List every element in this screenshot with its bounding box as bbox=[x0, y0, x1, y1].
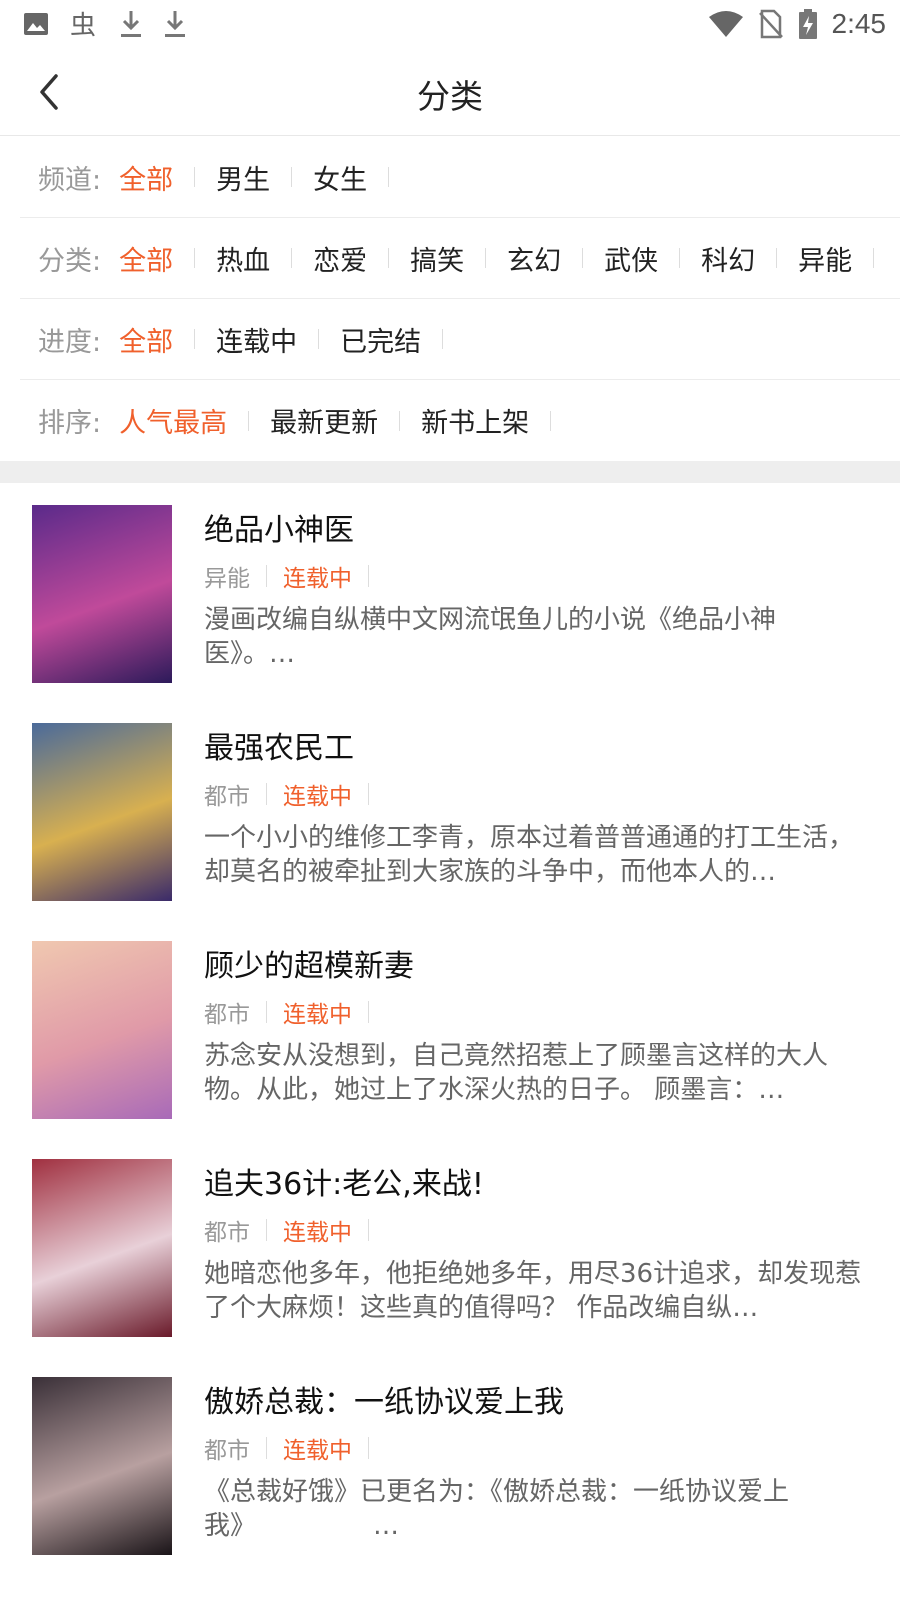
filter-option[interactable]: 武侠 bbox=[604, 239, 701, 278]
download-icon bbox=[121, 11, 141, 37]
comic-description: 苏念安从没想到，自己竟然招惹上了顾墨言这样的大人物。从此，她过上了水深火热的日子… bbox=[204, 1041, 829, 1105]
comic-description: 她暗恋他多年，他拒绝她多年，用尽36计追求，却发现惹了个大麻烦！这些真的值得吗？… bbox=[204, 1259, 862, 1323]
filter-label: 进度: bbox=[38, 326, 102, 358]
comic-list-item[interactable]: 绝品小神医 异能 连载中 漫画改编自纵横中文网流氓鱼儿的小说《绝品小神医》。… bbox=[0, 483, 900, 701]
divider bbox=[368, 1001, 369, 1023]
comic-cover-image[interactable] bbox=[32, 941, 172, 1119]
comic-genre: 都市 bbox=[204, 1220, 250, 1246]
comic-list: 绝品小神医 异能 连载中 漫画改编自纵横中文网流氓鱼儿的小说《绝品小神医》。… … bbox=[0, 483, 900, 1573]
filter-option[interactable]: 连载中 bbox=[216, 320, 340, 359]
comic-title: 追夫36计:老公,来战! bbox=[204, 1167, 484, 1202]
comic-list-item[interactable]: 最强农民工 都市 连载中 一个小小的维修工李青，原本过着普普通通的打工生活，却莫… bbox=[0, 701, 900, 919]
divider bbox=[266, 1001, 267, 1023]
comic-meta: 都市 连载中 bbox=[204, 777, 385, 811]
comic-description: 《总裁好饿》已更名为：《傲娇总裁：一纸协议爱上我》 … bbox=[204, 1477, 790, 1541]
comic-description: 漫画改编自纵横中文网流氓鱼儿的小说《绝品小神医》。… bbox=[204, 605, 777, 669]
comic-genre: 都市 bbox=[204, 1438, 250, 1464]
filter-row-channel: 频道: 全部 男生 女生 bbox=[20, 137, 900, 218]
divider bbox=[368, 1219, 369, 1241]
filter-option[interactable]: 科幻 bbox=[701, 239, 798, 278]
clock-time: 2:45 bbox=[831, 8, 887, 39]
divider bbox=[266, 1437, 267, 1459]
bug-icon: 虫 bbox=[70, 11, 96, 40]
filter-option[interactable]: 恋爱 bbox=[313, 239, 410, 278]
comic-genre: 都市 bbox=[204, 1002, 250, 1028]
battery-charging-icon bbox=[798, 9, 817, 39]
comic-title: 顾少的超模新妻 bbox=[204, 949, 414, 984]
comic-meta: 都市 连载中 bbox=[204, 1213, 385, 1247]
filter-option[interactable]: 男生 bbox=[216, 158, 313, 197]
filter-option[interactable]: 搞笑 bbox=[410, 239, 507, 278]
filter-option[interactable]: 女生 bbox=[313, 158, 410, 197]
comic-meta: 异能 连载中 bbox=[204, 559, 385, 593]
comic-status: 连载中 bbox=[283, 566, 352, 592]
section-divider bbox=[0, 461, 900, 483]
filter-row-progress: 进度: 全部 连载中 已完结 bbox=[20, 299, 900, 380]
divider bbox=[266, 783, 267, 805]
filter-label: 排序: bbox=[38, 408, 102, 439]
image-icon bbox=[24, 13, 48, 35]
download-icon bbox=[165, 11, 185, 37]
app-header: 分类 bbox=[0, 50, 900, 136]
filter-option[interactable]: 热血 bbox=[216, 239, 313, 278]
divider bbox=[368, 783, 369, 805]
filter-option[interactable]: 全部 bbox=[119, 320, 216, 359]
comic-title: 绝品小神医 bbox=[204, 513, 354, 548]
comic-status: 连载中 bbox=[283, 1002, 352, 1028]
filter-option[interactable]: 已完结 bbox=[340, 320, 464, 359]
divider bbox=[266, 1219, 267, 1241]
no-sim-icon bbox=[758, 9, 783, 39]
divider bbox=[368, 1437, 369, 1459]
comic-cover-image[interactable] bbox=[32, 723, 172, 901]
filter-row-category: 分类: 全部 热血 恋爱 搞笑 玄幻 武侠 科幻 异能 bbox=[20, 218, 900, 299]
comic-cover-image[interactable] bbox=[32, 1377, 172, 1555]
filter-option[interactable]: 最新更新 bbox=[270, 401, 421, 440]
comic-list-item[interactable]: 追夫36计:老公,来战! 都市 连载中 她暗恋他多年，他拒绝她多年，用尽36计追… bbox=[0, 1137, 900, 1355]
status-bar: 虫 2:45 bbox=[0, 0, 900, 50]
svg-text:虫: 虫 bbox=[70, 11, 96, 40]
wifi-icon bbox=[708, 11, 743, 37]
page-title: 分类 bbox=[417, 77, 483, 116]
comic-status: 连载中 bbox=[283, 1438, 352, 1464]
comic-meta: 都市 连载中 bbox=[204, 1431, 385, 1465]
comic-title: 最强农民工 bbox=[204, 731, 354, 766]
comic-list-item[interactable]: 傲娇总裁：一纸协议爱上我 都市 连载中 《总裁好饿》已更名为：《傲娇总裁：一纸协… bbox=[0, 1355, 900, 1573]
filter-option[interactable]: 人气最高 bbox=[119, 401, 270, 440]
comic-list-item[interactable]: 顾少的超模新妻 都市 连载中 苏念安从没想到，自己竟然招惹上了顾墨言这样的大人物… bbox=[0, 919, 900, 1137]
comic-status: 连载中 bbox=[283, 1220, 352, 1246]
comic-genre: 都市 bbox=[204, 784, 250, 810]
filter-option[interactable]: 玄幻 bbox=[507, 239, 604, 278]
comic-meta: 都市 连载中 bbox=[204, 995, 385, 1029]
comic-genre: 异能 bbox=[204, 566, 250, 592]
divider bbox=[266, 565, 267, 587]
comic-status: 连载中 bbox=[283, 784, 352, 810]
filter-label: 频道: bbox=[38, 164, 102, 196]
filter-option[interactable]: 全部 bbox=[119, 158, 216, 197]
comic-description: 一个小小的维修工李青，原本过着普普通通的打工生活，却莫名的被牵扯到大家族的斗争中… bbox=[204, 823, 855, 887]
comic-title: 傲娇总裁：一纸协议爱上我 bbox=[204, 1385, 564, 1420]
divider bbox=[368, 565, 369, 587]
comic-cover-image[interactable] bbox=[32, 1159, 172, 1337]
filter-panel: 频道: 全部 男生 女生 分类: 全部 热血 恋爱 搞笑 玄幻 武侠 科幻 异能… bbox=[0, 137, 900, 461]
filter-option[interactable]: 异能 bbox=[798, 239, 895, 278]
filter-row-sort: 排序: 人气最高 最新更新 新书上架 bbox=[20, 380, 900, 461]
filter-label: 分类: bbox=[38, 245, 102, 277]
filter-option[interactable]: 全部 bbox=[119, 239, 216, 278]
filter-option[interactable]: 新书上架 bbox=[421, 401, 572, 440]
comic-cover-image[interactable] bbox=[32, 505, 172, 683]
